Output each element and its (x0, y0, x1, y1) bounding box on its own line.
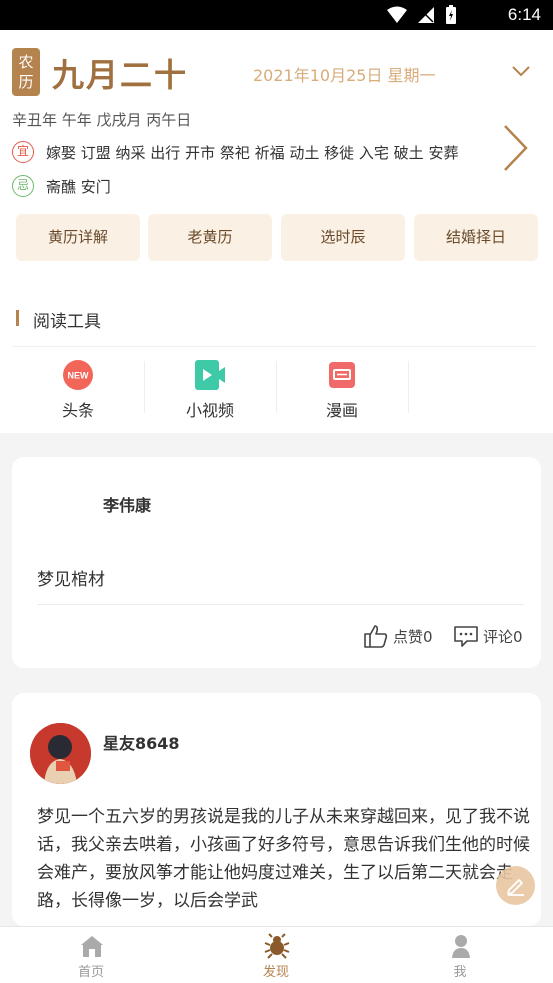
section-title-marker (16, 310, 19, 326)
tab-label: 发现 (262, 965, 289, 980)
lunar-date: 九月二十 (52, 56, 189, 94)
tool-headlines[interactable]: NEW 头条 (12, 347, 144, 431)
post-divider (37, 604, 524, 605)
ji-items: 斋醮 安门 (46, 177, 111, 196)
wifi-icon (387, 6, 407, 23)
comic-icon (329, 362, 355, 388)
reading-tools-row: NEW 头条 小视频 漫画 (12, 346, 537, 430)
post-content[interactable]: 梦见一个五六岁的男孩说是我的儿子从未来穿越回来，见了我不说话，我父亲去哄着，小孩… (37, 803, 532, 915)
post-author[interactable]: 星友8648 (103, 730, 180, 754)
ji-row: 忌 斋醮 安门 (12, 175, 111, 197)
user-icon (452, 935, 470, 958)
lunar-badge-char-2: 历 (18, 73, 34, 91)
almanac-detail-button[interactable]: 黄历详解 (16, 214, 140, 261)
solar-date[interactable]: 2021年10月25日 星期一 (253, 62, 436, 86)
ji-icon: 忌 (12, 175, 34, 197)
comment-count: 评论0 (483, 627, 523, 646)
video-icon (195, 360, 225, 390)
yi-row: 宜 嫁娶 订盟 纳采 出行 开市 祭祀 祈福 动土 移徙 入宅 破土 安葬 (12, 141, 458, 163)
like-count: 点赞0 (393, 627, 433, 646)
lunar-badge: 农 历 (12, 48, 40, 96)
tab-home[interactable]: 首页 (31, 927, 151, 983)
chevron-right-icon[interactable] (500, 123, 530, 173)
tool-comics[interactable]: 漫画 (276, 347, 408, 431)
news-icon: NEW (63, 360, 93, 390)
tool-label: 头条 (61, 401, 94, 420)
post-content[interactable]: 梦见棺材 (37, 566, 532, 594)
lunar-badge-char-1: 农 (18, 53, 34, 71)
comment-button[interactable]: 评论0 (453, 623, 523, 649)
write-post-button[interactable] (496, 866, 535, 905)
tool-label: 小视频 (185, 401, 234, 420)
post-author[interactable]: 李伟康 (103, 492, 151, 516)
tool-label: 漫画 (325, 401, 358, 420)
yi-icon: 宜 (12, 141, 34, 163)
almanac-card: 农 历 九月二十 2021年10月25日 星期一 辛丑年 午年 戊戌月 丙午日 … (0, 30, 553, 433)
comment-icon (454, 626, 478, 647)
battery-icon (446, 5, 456, 24)
wedding-date-button[interactable]: 结婚择日 (414, 214, 538, 261)
bottom-tab-bar: 首页 发现 我 (0, 926, 553, 983)
old-almanac-button[interactable]: 老黄历 (148, 214, 272, 261)
post-card[interactable]: 李伟康 梦见棺材 点赞0 评论0 (12, 457, 541, 668)
status-time: 6:14 (507, 5, 541, 24)
tab-me[interactable]: 我 (400, 927, 520, 983)
home-icon (81, 936, 103, 957)
like-button[interactable]: 点赞0 (363, 623, 433, 649)
chevron-down-icon[interactable] (510, 60, 532, 82)
signal-icon (418, 7, 434, 23)
ganzhi-text: 辛丑年 午年 戊戌月 丙午日 (12, 111, 192, 129)
status-icons (387, 5, 457, 25)
status-bar: 6:14 (0, 0, 553, 30)
tab-discover[interactable]: 发现 (216, 927, 336, 983)
bug-icon (264, 933, 290, 959)
thumbs-up-icon (364, 625, 388, 648)
tool-divider (408, 361, 409, 413)
yi-items: 嫁娶 订盟 纳采 出行 开市 祭祀 祈福 动土 移徙 入宅 破土 安葬 (46, 143, 459, 162)
reading-tools-title: 阅读工具 (33, 312, 101, 332)
tab-label: 我 (453, 965, 467, 980)
avatar-image (30, 723, 91, 784)
post-card[interactable]: 星友8648 梦见一个五六岁的男孩说是我的儿子从未来穿越回来，见了我不说话，我父… (12, 693, 541, 926)
tab-label: 首页 (77, 965, 104, 980)
choose-hour-button[interactable]: 选时辰 (281, 214, 405, 261)
new-badge-text: NEW (68, 371, 90, 381)
avatar[interactable] (30, 723, 91, 784)
pencil-icon (506, 878, 524, 896)
tool-short-video[interactable]: 小视频 (144, 347, 276, 431)
